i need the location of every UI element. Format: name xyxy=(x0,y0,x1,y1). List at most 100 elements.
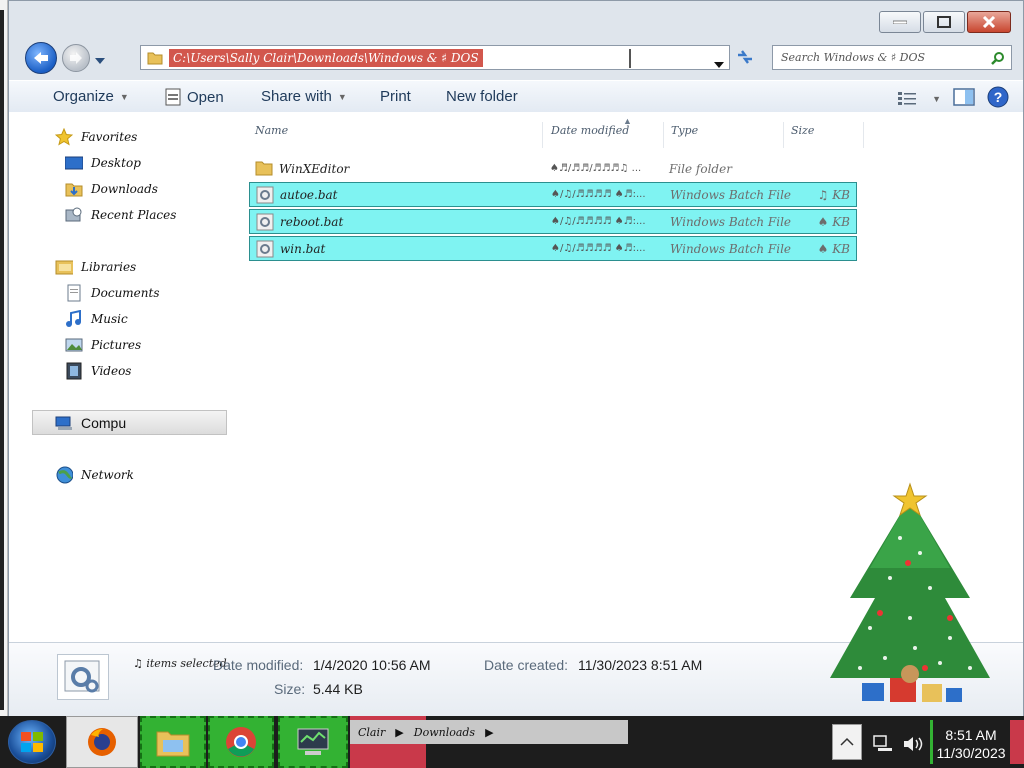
taskbar-chrome[interactable] xyxy=(208,716,274,768)
chevron-down-icon: ▼ xyxy=(932,93,941,104)
organize-menu[interactable]: Organize ▼ xyxy=(53,88,129,105)
volume-icon[interactable] xyxy=(902,734,926,757)
print-label: Print xyxy=(380,88,411,105)
nav-recent-places[interactable]: Recent Places xyxy=(65,206,176,224)
new-folder-button[interactable]: New folder xyxy=(446,88,518,105)
breadcrumb-item[interactable]: Downloads xyxy=(414,726,475,739)
nav-desktop-label: Desktop xyxy=(91,156,141,170)
address-path[interactable]: C:\Users\Sally Clair\Downloads\Windows &… xyxy=(169,48,483,67)
nav-favorites[interactable]: Favorites xyxy=(55,128,137,146)
nav-favorites-label: Favorites xyxy=(81,130,138,144)
column-divider[interactable] xyxy=(863,122,864,148)
file-name: win.bat xyxy=(280,241,326,256)
file-name: autoe.bat xyxy=(280,187,338,202)
nav-music[interactable]: Music xyxy=(65,310,128,328)
help-icon: ? xyxy=(987,86,1009,108)
nav-videos-label: Videos xyxy=(91,364,132,378)
file-row[interactable]: reboot.bat ♠/♫/♬♬♬♬ ♠♬:... Windows Batch… xyxy=(249,209,857,234)
monitor-icon xyxy=(297,728,329,755)
desktop-edge xyxy=(0,0,8,716)
nav-pictures[interactable]: Pictures xyxy=(65,336,141,354)
date-modified-label: Date modified: xyxy=(213,657,304,673)
folder-icon xyxy=(255,159,273,177)
batch-file-icon xyxy=(256,186,274,204)
change-view-button[interactable]: ▼ xyxy=(898,91,941,107)
column-divider[interactable] xyxy=(663,122,664,148)
nav-documents-label: Documents xyxy=(91,286,160,300)
search-box[interactable]: Search Windows & ♯ DOS xyxy=(772,45,1012,70)
nav-desktop[interactable]: Desktop xyxy=(65,154,141,172)
forward-button[interactable] xyxy=(62,44,90,72)
nav-libraries-label: Libraries xyxy=(81,260,137,274)
breadcrumb-item[interactable]: Clair xyxy=(358,726,385,739)
preview-pane-button[interactable] xyxy=(953,88,975,109)
desktop-icon xyxy=(65,154,83,172)
folder-icon xyxy=(147,52,163,64)
file-row[interactable]: win.bat ♠/♫/♬♬♬♬ ♠♬:... Windows Batch Fi… xyxy=(249,236,857,261)
music-icon xyxy=(65,310,83,328)
chevron-down-icon: ▼ xyxy=(119,91,129,102)
back-button[interactable] xyxy=(25,42,57,74)
start-button[interactable] xyxy=(8,720,56,764)
chevron-down-icon xyxy=(95,58,105,64)
refresh-button[interactable] xyxy=(736,49,754,68)
print-button[interactable]: Print xyxy=(380,88,411,105)
batch-file-icon xyxy=(256,240,274,258)
column-name[interactable]: Name xyxy=(255,124,288,137)
show-desktop-button[interactable] xyxy=(1010,720,1024,764)
taskbar-firefox[interactable] xyxy=(66,716,138,768)
column-divider[interactable] xyxy=(783,122,784,148)
address-dropdown[interactable] xyxy=(714,55,724,71)
clock-date: 11/30/2023 xyxy=(936,745,1006,761)
chevron-down-icon: ▼ xyxy=(337,91,347,102)
column-date-modified[interactable]: Date modified xyxy=(551,124,629,137)
nav-documents[interactable]: Documents xyxy=(65,284,159,302)
christmas-tree-gadget xyxy=(800,478,1020,718)
videos-icon xyxy=(65,362,83,380)
computer-icon xyxy=(55,414,73,432)
recent-places-icon xyxy=(65,206,83,224)
network-tray-icon[interactable] xyxy=(872,734,894,757)
file-date: ♠♬/♬♬/♬♬♬♫ ... xyxy=(550,163,642,174)
file-date: ♠/♫/♬♬♬♬ ♠♬:... xyxy=(551,243,646,254)
recent-pages-dropdown[interactable] xyxy=(95,52,105,68)
arrow-right-icon xyxy=(70,52,82,64)
nav-network[interactable]: Network xyxy=(55,466,134,484)
share-with-menu[interactable]: Share with ▼ xyxy=(261,88,347,105)
file-row[interactable]: WinXEditor ♠♬/♬♬/♬♬♬♫ ... File folder xyxy=(249,156,857,181)
open-label: Open xyxy=(187,88,224,106)
libraries-icon xyxy=(55,258,73,276)
maximize-button[interactable] xyxy=(923,11,965,33)
taskbar-explorer[interactable] xyxy=(140,716,206,768)
minimize-button[interactable] xyxy=(879,11,921,33)
nav-pictures-label: Pictures xyxy=(91,338,142,352)
file-row[interactable]: autoe.bat ♠/♫/♬♬♬♬ ♠♬:... Windows Batch … xyxy=(249,182,857,207)
clock[interactable]: 8:51 AM 11/30/2023 xyxy=(934,726,1008,762)
star-icon xyxy=(55,128,73,146)
details-view-icon xyxy=(898,91,917,105)
new-folder-label: New folder xyxy=(446,88,518,105)
column-size[interactable]: Size xyxy=(791,124,814,137)
taskbar-monitor-app[interactable] xyxy=(278,716,348,768)
column-divider[interactable] xyxy=(542,122,543,148)
nav-computer-label: Compu xyxy=(81,414,127,431)
chevron-down-icon xyxy=(714,62,724,68)
open-button[interactable]: Open xyxy=(165,88,224,106)
firefox-icon xyxy=(88,728,116,756)
nav-computer[interactable]: Compu xyxy=(32,410,227,435)
date-created-value: 11/30/2023 8:51 AM xyxy=(578,657,703,673)
chevron-up-icon xyxy=(840,737,854,746)
file-type: Windows Batch File xyxy=(670,187,792,202)
nav-downloads[interactable]: Downloads xyxy=(65,180,158,198)
address-bar[interactable]: C:\Users\Sally Clair\Downloads\Windows &… xyxy=(140,45,730,70)
close-button[interactable] xyxy=(967,11,1011,33)
nav-videos[interactable]: Videos xyxy=(65,362,131,380)
command-bar: Organize ▼ Open Share with ▼ Print New f… xyxy=(9,80,1023,112)
nav-libraries[interactable]: Libraries xyxy=(55,258,136,276)
column-type[interactable]: Type xyxy=(671,124,698,137)
date-created-label: Date created: xyxy=(484,657,569,673)
show-hidden-icons-button[interactable] xyxy=(832,724,862,760)
file-name: WinXEditor xyxy=(279,161,350,176)
search-icon[interactable] xyxy=(991,51,1005,68)
help-button[interactable]: ? xyxy=(987,86,1009,111)
